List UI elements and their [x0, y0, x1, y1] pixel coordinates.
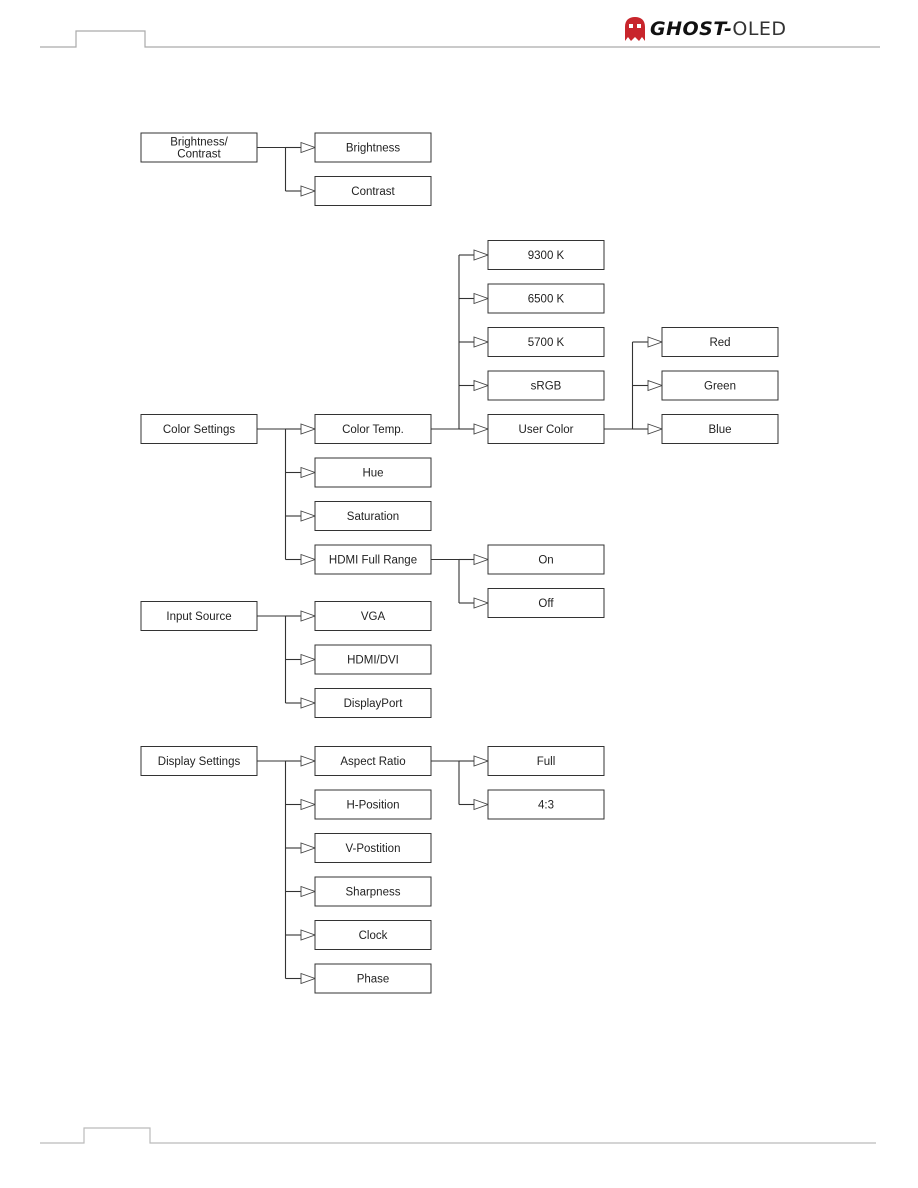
menu-node-label: Color Temp. — [342, 424, 404, 436]
menu-node-label: Red — [709, 337, 730, 349]
connector-arrowhead — [473, 379, 490, 392]
menu-node-label: Input Source — [166, 611, 231, 623]
connector-arrowhead — [300, 697, 317, 709]
menu-node-label: 9300 K — [528, 250, 565, 262]
connector-arrowhead — [473, 597, 490, 609]
connector-arrowhead — [300, 972, 317, 985]
connector-arrowhead — [300, 610, 317, 622]
connector-arrowhead — [300, 185, 317, 197]
menu-node-label: Display Settings — [158, 756, 241, 768]
menu-node-label: Hue — [362, 468, 383, 480]
menu-node-label: Color Settings — [163, 424, 235, 436]
menu-node-label: HDMI/DVI — [347, 655, 399, 667]
menu-node-label: Aspect Ratio — [340, 756, 405, 768]
menu-node-label: V-Postition — [346, 843, 401, 855]
connector-arrowhead — [300, 755, 317, 767]
menu-node-label: Brightness/ — [170, 137, 228, 149]
menu-node-label: 5700 K — [528, 337, 565, 349]
menu-node-label: sRGB — [531, 381, 562, 393]
menu-node-label: Contrast — [351, 186, 395, 198]
menu-node-label: VGA — [361, 611, 386, 623]
menu-node-label: Clock — [359, 930, 388, 942]
connector-arrowhead — [647, 423, 664, 435]
connector-arrowhead — [473, 755, 490, 767]
connector-arrowhead — [473, 292, 490, 305]
menu-node-label: Off — [538, 598, 554, 610]
connector-arrowhead — [647, 379, 664, 392]
connector-arrowhead — [300, 141, 317, 154]
menu-node-label: Phase — [357, 974, 390, 986]
connector-arrowhead — [300, 423, 317, 435]
menu-node-label: Sharpness — [346, 887, 401, 899]
menu-node-label: User Color — [519, 424, 574, 436]
menu-node-label: 4:3 — [538, 800, 554, 812]
menu-node-label: On — [538, 555, 553, 567]
menu-tree-diagram: Brightness/Contrast Brightness Contrast Col… — [140, 132, 779, 994]
connector-arrowhead — [473, 553, 490, 566]
menu-node-label: Saturation — [347, 511, 399, 523]
menu-node-label: Green — [704, 381, 736, 393]
connector-arrowhead — [473, 336, 490, 348]
connector-arrowhead — [300, 653, 317, 666]
connector-arrowhead — [300, 553, 317, 566]
connector-arrowhead — [473, 798, 490, 811]
menu-node-label: H-Position — [346, 800, 399, 812]
menu-node-label: Brightness — [346, 143, 401, 155]
connector-arrowhead — [647, 336, 664, 348]
connector-arrowhead — [300, 929, 317, 941]
menu-node-label: HDMI Full Range — [329, 555, 417, 567]
connector-arrowhead — [300, 842, 317, 854]
footer-rule — [40, 1127, 876, 1144]
connector-arrowhead — [300, 510, 317, 522]
menu-node-label: Contrast — [177, 149, 221, 161]
connector-arrowhead — [300, 466, 317, 479]
menu-node-label: Full — [537, 756, 556, 768]
connector-arrowhead — [300, 885, 317, 898]
menu-node-label: Blue — [708, 424, 731, 436]
menu-node-label: 6500 K — [528, 294, 565, 306]
connector-arrowhead — [473, 423, 490, 435]
connector-arrowhead — [473, 249, 490, 261]
menu-node-label: DisplayPort — [344, 698, 404, 710]
connector-arrowhead — [300, 798, 317, 811]
